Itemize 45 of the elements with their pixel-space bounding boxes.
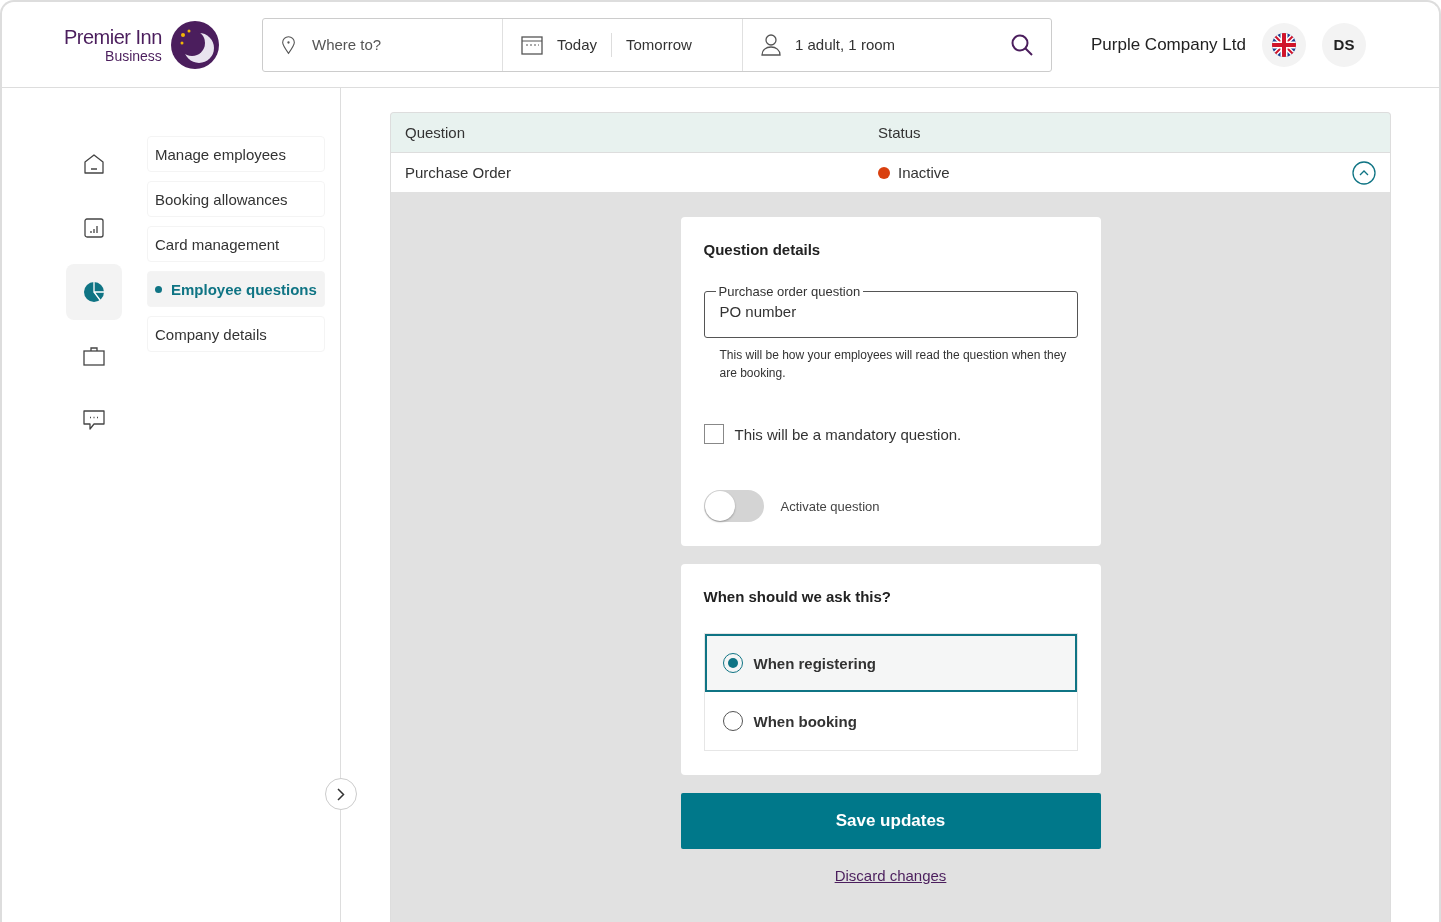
chevron-up-icon[interactable] bbox=[1352, 160, 1376, 185]
chevron-right-icon bbox=[337, 787, 345, 801]
card-title: Question details bbox=[703, 241, 822, 258]
uk-flag-icon bbox=[1272, 32, 1296, 57]
toggle-label: Activate question bbox=[780, 498, 880, 514]
column-header: Status bbox=[878, 124, 922, 141]
search-icon[interactable] bbox=[1011, 33, 1033, 56]
discard-link[interactable]: Discard changes bbox=[834, 867, 947, 884]
table-row[interactable]: Purchase Order Inactive bbox=[391, 153, 1390, 192]
date-field[interactable]: Today bbox=[557, 36, 598, 53]
user-avatar[interactable]: DS bbox=[1322, 22, 1366, 67]
company-name: Purple Company Ltd bbox=[1091, 34, 1246, 55]
location-pin-icon bbox=[281, 33, 296, 56]
status-text: Inactive bbox=[898, 164, 950, 181]
checkbox[interactable] bbox=[703, 424, 724, 444]
guests-field[interactable]: 1 adult, 1 room bbox=[795, 36, 997, 53]
sidebar-menu-item[interactable]: Employee questions bbox=[147, 271, 325, 307]
sidebar-menu-item[interactable]: Card management bbox=[147, 226, 325, 262]
checkbox-label: This will be a mandatory question. bbox=[734, 425, 962, 443]
toggle-switch[interactable] bbox=[703, 490, 764, 522]
card-title: When should we ask this? bbox=[703, 588, 893, 605]
brand-subtitle: Business bbox=[105, 47, 162, 64]
question-cell-text: Purchase Order bbox=[405, 164, 512, 181]
expand-sidebar-button[interactable] bbox=[325, 778, 357, 810]
column-header: Question bbox=[405, 124, 467, 141]
calendar-icon bbox=[521, 34, 543, 55]
sidebar-menu-item[interactable]: Booking allowances bbox=[147, 181, 325, 217]
pie-chart-icon bbox=[83, 281, 105, 303]
sidebar-menu-item[interactable]: Company details bbox=[147, 316, 325, 352]
moon-logo-icon bbox=[170, 20, 219, 69]
bar-chart-icon bbox=[84, 218, 104, 238]
person-icon bbox=[761, 33, 781, 56]
question-text-field[interactable]: Purchase order question PO number bbox=[703, 284, 1078, 338]
helper-text: This will be how your employees will read the question when they are booking. bbox=[719, 347, 1068, 382]
save-button[interactable]: Save updates bbox=[680, 793, 1101, 849]
radio-option[interactable]: When registering bbox=[704, 634, 1077, 692]
briefcase-icon bbox=[83, 346, 105, 366]
radio-option[interactable]: When booking bbox=[704, 692, 1077, 750]
home-icon bbox=[83, 153, 105, 175]
language-button[interactable] bbox=[1262, 22, 1306, 67]
brand-name: Premier Inn bbox=[64, 25, 162, 48]
chat-bubble-icon bbox=[83, 409, 105, 431]
sidebar-menu-item[interactable]: Manage employees bbox=[147, 136, 325, 172]
date-field[interactable]: Tomorrow bbox=[626, 36, 692, 53]
nav-rail-button[interactable] bbox=[66, 264, 122, 320]
